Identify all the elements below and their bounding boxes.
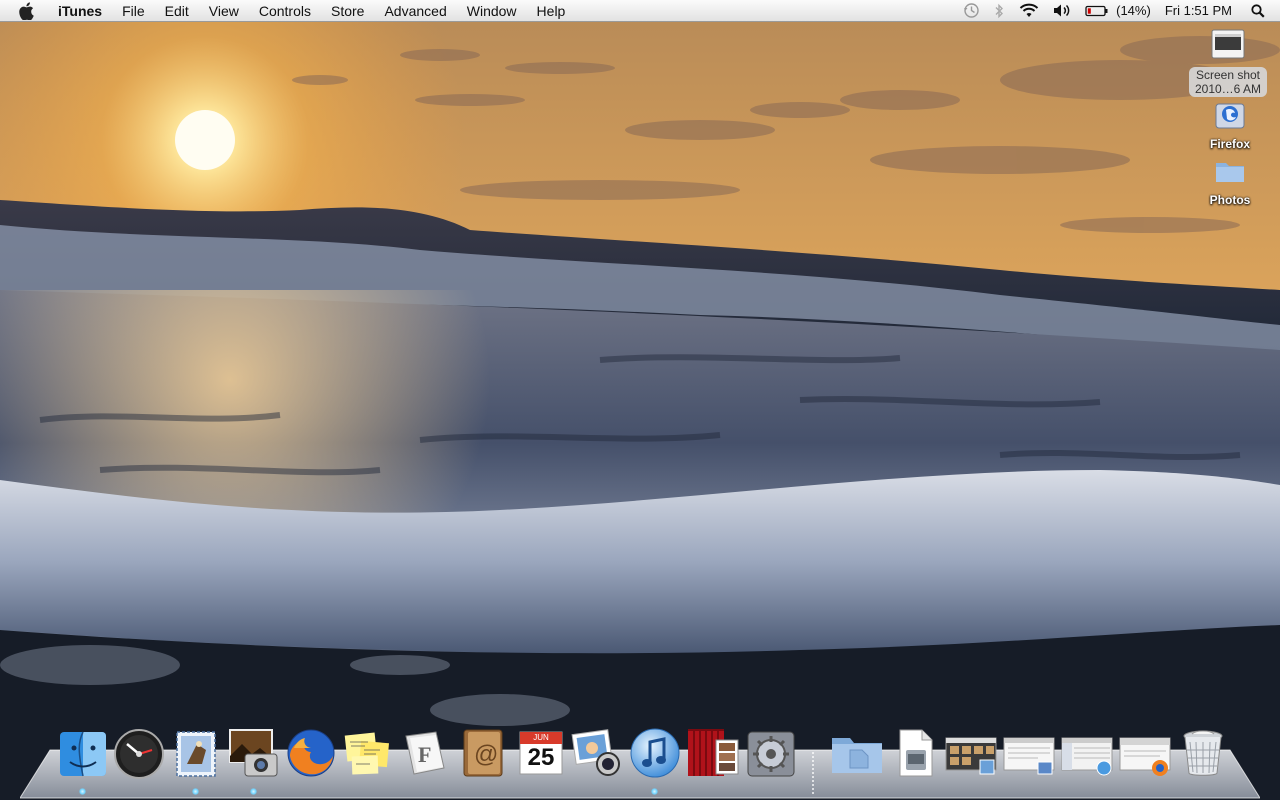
wifi-icon[interactable]: [1019, 3, 1039, 18]
desktop-item-screenshot[interactable]: Screen shot 2010…6 AM: [1178, 28, 1278, 98]
firefox-disk-label: Firefox: [1209, 137, 1250, 151]
finder-running-indicator: [79, 788, 86, 795]
itunes-running-indicator: [651, 788, 658, 795]
dock-minimized-preview-window[interactable]: [1002, 726, 1056, 780]
photos-folder-label: Photos: [1209, 193, 1251, 207]
menu-file[interactable]: File: [112, 0, 155, 22]
dock-downloads-stack-icon[interactable]: [888, 726, 942, 780]
dock-ical-icon[interactable]: JUN 25: [514, 726, 568, 780]
volume-icon[interactable]: [1053, 3, 1071, 18]
firefox-disk-icon: [1215, 103, 1245, 129]
bluetooth-icon[interactable]: [994, 3, 1005, 19]
dock-itunes-icon[interactable]: [628, 726, 682, 780]
svg-text:@: @: [474, 741, 498, 768]
desktop-item-firefox[interactable]: Firefox: [1180, 98, 1280, 151]
menu-help[interactable]: Help: [527, 0, 576, 22]
folder-icon: [1216, 163, 1244, 182]
battery-icon[interactable]: [1085, 5, 1109, 17]
battery-percent[interactable]: (14%): [1116, 3, 1151, 18]
dock-font-book-icon[interactable]: F: [398, 726, 452, 780]
dock-dashboard-icon[interactable]: [112, 726, 166, 780]
dock-system-preferences-icon[interactable]: [744, 726, 798, 780]
dock-minimized-iphoto-window[interactable]: [944, 726, 998, 780]
svg-text:F: F: [418, 742, 431, 767]
dock-trash-icon[interactable]: [1176, 726, 1230, 780]
image-capture-running-indicator: [250, 788, 257, 795]
menu-app-name[interactable]: iTunes: [50, 0, 112, 22]
dock-minimized-itunes-window[interactable]: [1060, 726, 1114, 780]
screenshot-label-line2: 2010…6 AM: [1194, 82, 1262, 96]
desktop-wallpaper: [0, 0, 1280, 800]
clock[interactable]: Fri 1:51 PM: [1165, 3, 1232, 18]
menu-advanced[interactable]: Advanced: [374, 0, 456, 22]
spotlight-icon[interactable]: [1251, 3, 1265, 18]
dock-photo-booth-icon[interactable]: [686, 726, 740, 780]
menu-window[interactable]: Window: [457, 0, 527, 22]
dock-documents-folder-icon[interactable]: [830, 726, 884, 780]
dock-address-book-icon[interactable]: @: [456, 726, 510, 780]
dock-image-capture-icon[interactable]: [227, 726, 281, 780]
dock-iphoto-icon[interactable]: [570, 726, 624, 780]
dock-firefox-icon[interactable]: [284, 726, 338, 780]
dock-mail-icon[interactable]: [169, 726, 223, 780]
apple-menu-icon[interactable]: [18, 1, 36, 20]
dock-finder-icon[interactable]: [56, 726, 110, 780]
screenshot-file-icon: [1211, 29, 1245, 59]
menu-bar: iTunes File Edit View Controls Store Adv…: [0, 0, 1280, 22]
dock-stickies-icon[interactable]: [340, 726, 394, 780]
menu-edit[interactable]: Edit: [155, 0, 199, 22]
screenshot-label-line1: Screen shot: [1195, 68, 1261, 82]
menu-store[interactable]: Store: [321, 0, 374, 22]
ical-day: 25: [527, 744, 555, 771]
desktop-item-photos[interactable]: Photos: [1180, 154, 1280, 207]
dock-minimized-firefox-window[interactable]: [1118, 726, 1172, 780]
menu-controls[interactable]: Controls: [249, 0, 321, 22]
menu-view[interactable]: View: [199, 0, 249, 22]
mail-running-indicator: [192, 788, 199, 795]
ical-month: JUN: [533, 733, 549, 742]
menu-extras: (14%) Fri 1:51 PM: [956, 0, 1280, 22]
time-machine-icon[interactable]: [963, 2, 980, 19]
screenshot-label: Screen shot 2010…6 AM: [1188, 67, 1268, 97]
